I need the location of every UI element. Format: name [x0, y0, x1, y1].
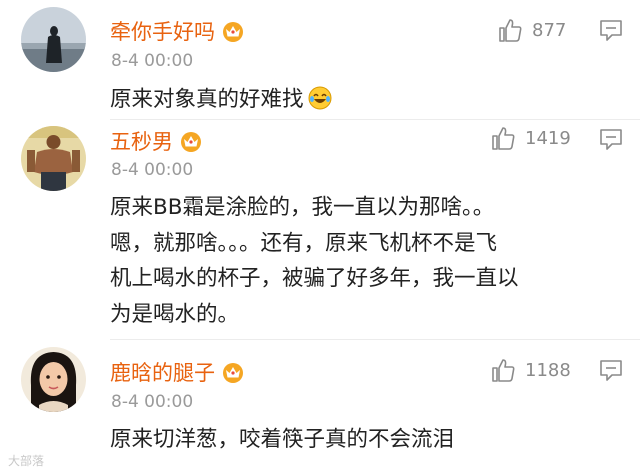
watermark: 大部落	[8, 454, 45, 468]
like-count: 877	[532, 19, 567, 41]
comment-time: 8-4 00:00	[111, 392, 194, 412]
username[interactable]: 五秒男	[110, 126, 203, 156]
avatar[interactable]	[21, 126, 86, 191]
reply-button[interactable]	[598, 357, 624, 383]
like-count: 1188	[525, 359, 571, 381]
comment-line: 机上喝水的杯子，被骗了好多年，我一直以	[110, 266, 519, 291]
like-count: 1419	[525, 127, 571, 149]
avatar[interactable]	[21, 7, 86, 72]
avatar-image	[21, 126, 86, 191]
vip-crown-icon	[179, 130, 203, 152]
vip-crown-icon	[221, 361, 245, 383]
comment-text: 原来BB霜是涂脸的，我一直以为那啥。。 嗯，就那啥。。。还有，原来飞机杯不是飞 …	[110, 190, 519, 332]
comment-line: 原来BB霜是涂脸的，我一直以为那啥。。	[110, 195, 495, 220]
comment-item: 牵你手好吗 8-4 00:00 877 原来对象真的好难找	[0, 0, 640, 120]
avatar-image	[21, 347, 86, 412]
comment-text: 原来对象真的好难找	[110, 82, 332, 118]
comment-time: 8-4 00:00	[111, 160, 194, 180]
thumbs-up-icon	[492, 127, 515, 150]
thumbs-up-icon	[492, 359, 515, 382]
laughing-crying-emoji-icon	[308, 86, 332, 110]
reply-icon	[600, 129, 622, 150]
like-button[interactable]: 1419	[490, 124, 571, 152]
thumbs-up-icon	[499, 19, 522, 42]
reply-icon	[600, 360, 622, 381]
comment-line: 为是喝水的。	[110, 301, 240, 327]
avatar[interactable]	[21, 347, 86, 412]
reply-icon	[600, 20, 622, 41]
like-button[interactable]: 877	[497, 16, 566, 44]
avatar-image	[21, 7, 86, 72]
reply-button[interactable]	[598, 17, 624, 43]
vip-crown-icon	[221, 20, 245, 42]
comment-time: 8-4 00:00	[111, 51, 194, 71]
comment-line: 原来切洋葱，咬着筷子真的不会流泪	[110, 427, 455, 452]
comment-line: 嗯，就那啥。。。还有，原来飞机杯不是飞	[110, 230, 498, 256]
username-text[interactable]: 牵你手好吗	[110, 20, 215, 44]
username-text[interactable]: 鹿晗的腿子	[110, 361, 215, 385]
comment-item: 鹿晗的腿子 8-4 00:00 1188 原来切洋葱，咬着筷子真的不会流泪	[0, 340, 640, 475]
comment-item: 五秒男 8-4 00:00 1419 原来BB霜是涂脸的，我一直以为那啥。。 嗯…	[0, 120, 640, 340]
comment-line: 原来对象真的好难找	[110, 87, 304, 112]
username[interactable]: 牵你手好吗	[110, 16, 245, 46]
username-text[interactable]: 五秒男	[110, 130, 173, 154]
like-button[interactable]: 1188	[490, 356, 571, 384]
username[interactable]: 鹿晗的腿子	[110, 357, 245, 387]
comment-text: 原来切洋葱，咬着筷子真的不会流泪	[110, 422, 454, 458]
reply-button[interactable]	[598, 126, 624, 152]
